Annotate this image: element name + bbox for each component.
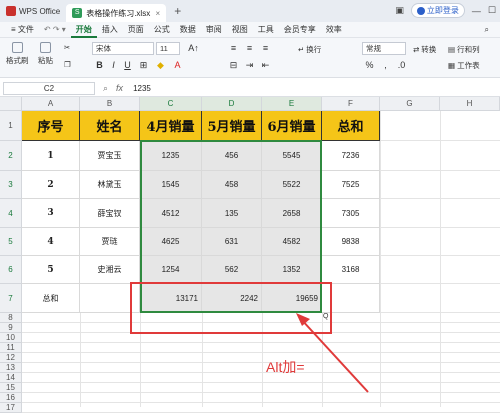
annotation-text: Alt加= bbox=[266, 359, 305, 375]
annotation-arrow bbox=[296, 313, 369, 393]
